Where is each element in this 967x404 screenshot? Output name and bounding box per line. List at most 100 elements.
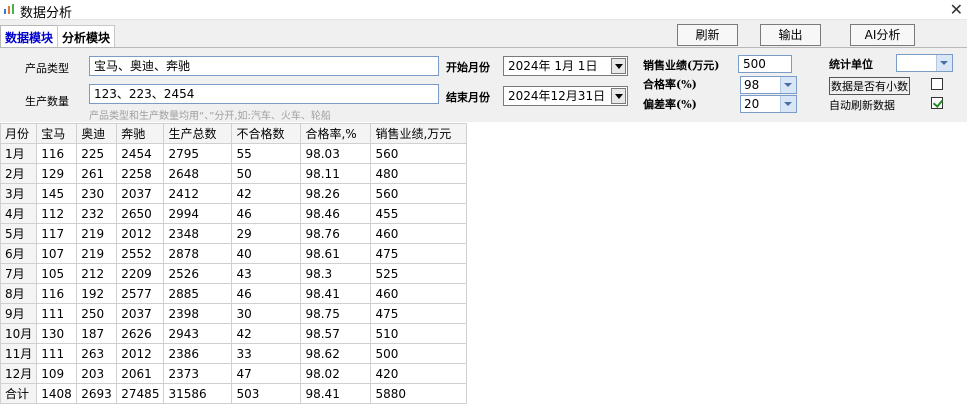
row-header-cell[interactable]: 11月 <box>0 343 38 364</box>
production-qty-input[interactable]: 123、223、2454 <box>89 84 439 104</box>
table-cell[interactable]: 460 <box>370 283 468 304</box>
table-cell[interactable]: 2885 <box>163 283 233 304</box>
table-row[interactable]: 合计 1408 2693 27485 31586 503 98.41 5880 <box>0 383 468 404</box>
table-cell[interactable]: 560 <box>370 143 468 164</box>
table-cell[interactable]: 500 <box>370 343 468 364</box>
table-cell[interactable]: 2373 <box>163 363 233 384</box>
table-cell[interactable]: 31586 <box>163 383 233 404</box>
table-cell[interactable]: 5880 <box>370 383 468 404</box>
sales-input[interactable]: 500 <box>738 55 792 73</box>
column-header[interactable]: 销售业绩,万元 <box>370 123 468 144</box>
table-cell[interactable]: 98.41 <box>300 283 372 304</box>
table-cell[interactable]: 47 <box>231 363 302 384</box>
chevron-down-icon[interactable] <box>611 88 626 104</box>
table-cell[interactable]: 112 <box>36 203 78 224</box>
table-cell[interactable]: 98.75 <box>300 303 372 324</box>
table-cell[interactable]: 2648 <box>163 163 233 184</box>
table-cell[interactable]: 46 <box>231 203 302 224</box>
table-cell[interactable]: 98.11 <box>300 163 372 184</box>
table-cell[interactable]: 455 <box>370 203 468 224</box>
row-header-cell[interactable]: 10月 <box>0 323 38 344</box>
chevron-down-icon[interactable] <box>780 96 796 112</box>
decimal-checkbox[interactable] <box>931 78 943 90</box>
table-cell[interactable]: 50 <box>231 163 302 184</box>
table-cell[interactable]: 2878 <box>163 243 233 264</box>
table-cell[interactable]: 2037 <box>116 183 165 204</box>
table-cell[interactable]: 111 <box>36 343 78 364</box>
deviation-select[interactable]: 20 <box>740 95 797 113</box>
column-header[interactable]: 奔驰 <box>116 123 165 144</box>
table-cell[interactable]: 2386 <box>163 343 233 364</box>
table-cell[interactable]: 2398 <box>163 303 233 324</box>
table-row[interactable]: 12月 109 203 2061 2373 47 98.02 420 <box>0 363 468 384</box>
table-cell[interactable]: 420 <box>370 363 468 384</box>
close-button[interactable]: ✕ <box>950 0 963 19</box>
table-cell[interactable]: 98.62 <box>300 343 372 364</box>
product-type-input[interactable]: 宝马、奥迪、奔驰 <box>89 56 439 76</box>
table-cell[interactable]: 187 <box>76 323 118 344</box>
table-cell[interactable]: 98.02 <box>300 363 372 384</box>
table-cell[interactable]: 219 <box>76 223 118 244</box>
table-cell[interactable]: 2412 <box>163 183 233 204</box>
table-row[interactable]: 6月 107 219 2552 2878 40 98.61 475 <box>0 243 468 264</box>
row-header-cell[interactable]: 7月 <box>0 263 38 284</box>
row-header-cell[interactable]: 5月 <box>0 223 38 244</box>
table-row[interactable]: 4月 112 232 2650 2994 46 98.46 455 <box>0 203 468 224</box>
table-cell[interactable]: 109 <box>36 363 78 384</box>
table-cell[interactable]: 480 <box>370 163 468 184</box>
pass-rate-select[interactable]: 98 <box>740 76 797 94</box>
table-cell[interactable]: 98.61 <box>300 243 372 264</box>
column-header[interactable]: 不合格数 <box>231 123 302 144</box>
column-header[interactable]: 奥迪 <box>76 123 118 144</box>
table-cell[interactable]: 116 <box>36 283 78 304</box>
table-cell[interactable]: 203 <box>76 363 118 384</box>
table-cell[interactable]: 525 <box>370 263 468 284</box>
table-cell[interactable]: 219 <box>76 243 118 264</box>
table-row[interactable]: 9月 111 250 2037 2398 30 98.75 475 <box>0 303 468 324</box>
table-cell[interactable]: 42 <box>231 323 302 344</box>
table-cell[interactable]: 2693 <box>76 383 118 404</box>
table-cell[interactable]: 2454 <box>116 143 165 164</box>
export-button[interactable]: 输出 <box>760 24 821 46</box>
table-cell[interactable]: 42 <box>231 183 302 204</box>
table-cell[interactable]: 130 <box>36 323 78 344</box>
row-header-cell[interactable]: 3月 <box>0 183 38 204</box>
column-header[interactable]: 宝马 <box>36 123 78 144</box>
table-cell[interactable]: 2994 <box>163 203 233 224</box>
table-cell[interactable]: 263 <box>76 343 118 364</box>
chevron-down-icon[interactable] <box>780 77 796 93</box>
table-cell[interactable]: 105 <box>36 263 78 284</box>
table-cell[interactable]: 43 <box>231 263 302 284</box>
table-cell[interactable]: 475 <box>370 303 468 324</box>
table-cell[interactable]: 212 <box>76 263 118 284</box>
tab-data-module[interactable]: 数据模块 <box>0 25 59 48</box>
table-row[interactable]: 2月 129 261 2258 2648 50 98.11 480 <box>0 163 468 184</box>
table-cell[interactable]: 145 <box>36 183 78 204</box>
table-cell[interactable]: 107 <box>36 243 78 264</box>
row-header-cell[interactable]: 1月 <box>0 143 38 164</box>
table-cell[interactable]: 2943 <box>163 323 233 344</box>
table-cell[interactable]: 98.3 <box>300 263 372 284</box>
table-cell[interactable]: 560 <box>370 183 468 204</box>
tab-analysis-module[interactable]: 分析模块 <box>57 25 116 47</box>
row-header-cell[interactable]: 8月 <box>0 283 38 304</box>
table-cell[interactable]: 40 <box>231 243 302 264</box>
table-cell[interactable]: 98.41 <box>300 383 372 404</box>
table-row[interactable]: 5月 117 219 2012 2348 29 98.76 460 <box>0 223 468 244</box>
column-header[interactable]: 月份 <box>0 123 38 144</box>
table-cell[interactable]: 117 <box>36 223 78 244</box>
table-cell[interactable]: 33 <box>231 343 302 364</box>
table-cell[interactable]: 250 <box>76 303 118 324</box>
table-cell[interactable]: 232 <box>76 203 118 224</box>
row-header-cell[interactable]: 合计 <box>0 383 38 404</box>
table-cell[interactable]: 2552 <box>116 243 165 264</box>
table-cell[interactable]: 98.46 <box>300 203 372 224</box>
table-row[interactable]: 10月 130 187 2626 2943 42 98.57 510 <box>0 323 468 344</box>
table-cell[interactable]: 2526 <box>163 263 233 284</box>
table-cell[interactable]: 46 <box>231 283 302 304</box>
end-month-picker[interactable]: 2024年12月31日 <box>503 86 628 106</box>
table-cell[interactable]: 98.03 <box>300 143 372 164</box>
table-cell[interactable]: 2795 <box>163 143 233 164</box>
table-cell[interactable]: 460 <box>370 223 468 244</box>
table-cell[interactable]: 510 <box>370 323 468 344</box>
